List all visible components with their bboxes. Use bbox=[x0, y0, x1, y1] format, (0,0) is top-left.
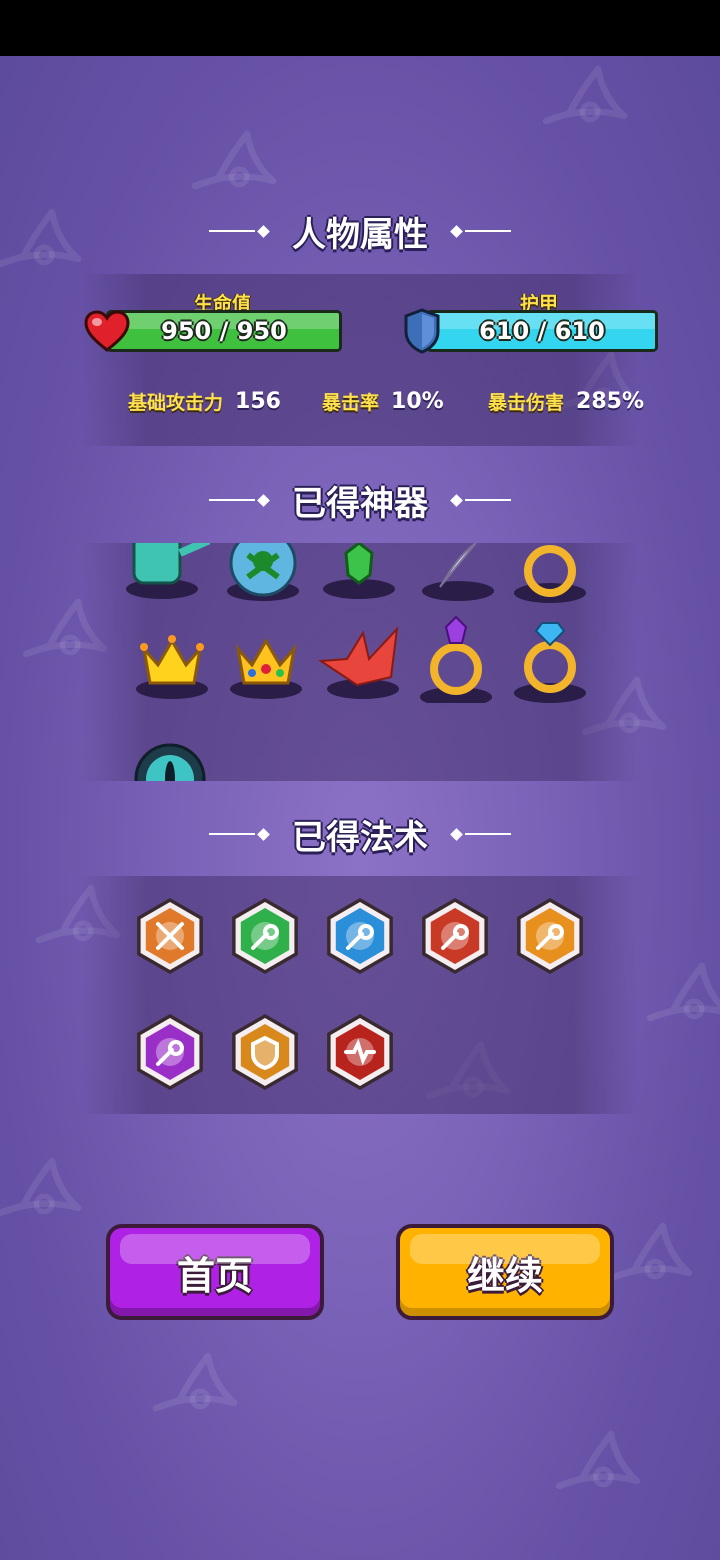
diamond-ring-icon[interactable] bbox=[506, 613, 596, 703]
shield-icon[interactable] bbox=[232, 1014, 298, 1090]
feather-icon[interactable] bbox=[410, 543, 500, 603]
paper-crane-icon[interactable] bbox=[317, 619, 407, 709]
armor-value: 610 / 610 bbox=[479, 317, 605, 345]
purple-comet-icon[interactable] bbox=[137, 1014, 203, 1090]
green-comet-icon[interactable] bbox=[232, 898, 298, 974]
gold-ring-icon[interactable] bbox=[505, 543, 595, 603]
watering-can-icon[interactable] bbox=[120, 543, 210, 603]
poison-orb-icon[interactable] bbox=[218, 543, 308, 603]
artifacts-title-text: 已得神器 bbox=[292, 483, 428, 524]
status-bar bbox=[0, 0, 720, 56]
blue-comet-icon[interactable] bbox=[327, 898, 393, 974]
stat-value: 156 bbox=[235, 388, 281, 414]
gold-crown-icon[interactable] bbox=[128, 619, 218, 709]
spells-panel bbox=[80, 876, 640, 1114]
stat-crit-rate: 暴击率 10% bbox=[322, 384, 444, 418]
stat-base-attack: 基础攻击力 156 bbox=[128, 384, 281, 418]
amethyst-ring-icon[interactable] bbox=[412, 613, 502, 703]
dragon-eye-icon[interactable] bbox=[126, 735, 216, 781]
spell-grid bbox=[137, 898, 583, 1090]
artifacts-title: 已得神器 bbox=[0, 480, 720, 524]
health-bar: 950 / 950 bbox=[106, 310, 342, 352]
heartbeat-icon[interactable] bbox=[327, 1014, 393, 1090]
orange-comet-icon[interactable] bbox=[517, 898, 583, 974]
stat-key: 暴击伤害 bbox=[488, 391, 565, 414]
crossed-swords-icon[interactable] bbox=[137, 898, 203, 974]
attributes-title: 人物属性 bbox=[0, 211, 720, 255]
shield-armor-icon bbox=[404, 308, 440, 354]
green-crystal-icon[interactable] bbox=[314, 543, 404, 603]
attributes-title-text: 人物属性 bbox=[292, 214, 428, 255]
health-value: 950 / 950 bbox=[161, 317, 287, 345]
red-comet-icon[interactable] bbox=[422, 898, 488, 974]
continue-button[interactable]: 继续 bbox=[396, 1224, 614, 1320]
spells-title: 已得法术 bbox=[0, 814, 720, 858]
heart-icon bbox=[84, 310, 130, 352]
stat-key: 暴击率 bbox=[322, 391, 380, 414]
stat-key: 基础攻击力 bbox=[128, 391, 224, 414]
spells-title-text: 已得法术 bbox=[292, 817, 428, 858]
stat-value: 10% bbox=[391, 388, 444, 414]
armor-bar: 610 / 610 bbox=[426, 310, 658, 352]
home-button[interactable]: 首页 bbox=[106, 1224, 324, 1320]
artifacts-panel[interactable] bbox=[80, 543, 640, 781]
jeweled-crown-icon[interactable] bbox=[222, 619, 312, 709]
stat-value: 285% bbox=[576, 388, 644, 414]
stat-crit-damage: 暴击伤害 285% bbox=[488, 384, 644, 418]
